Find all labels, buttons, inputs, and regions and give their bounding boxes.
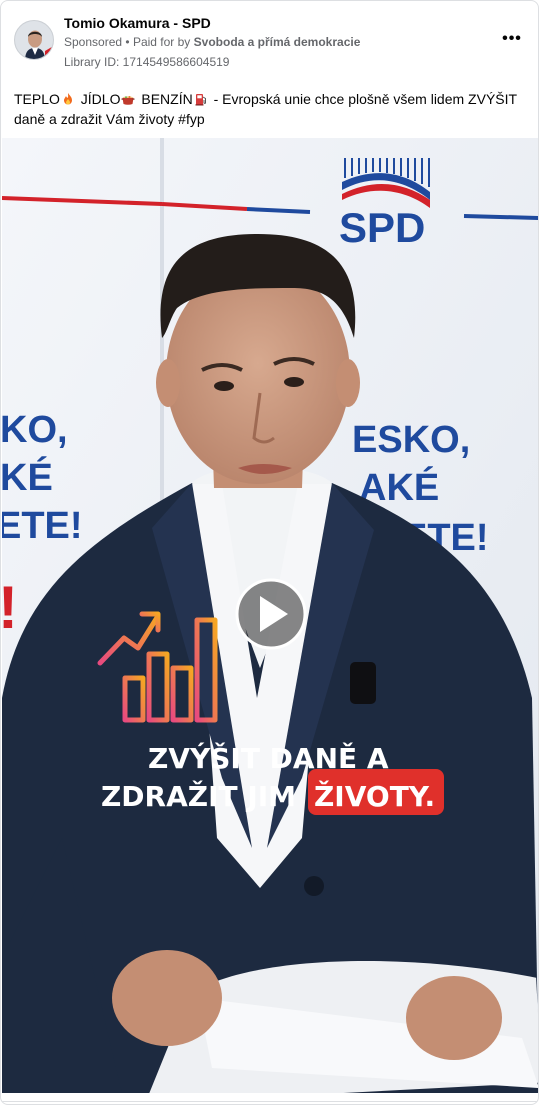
backdrop-slogan-right-1: ESKO, [352,419,470,461]
page-name-link[interactable]: Tomio Okamura - SPD [64,15,211,31]
play-icon[interactable] [235,578,307,650]
overlay-text-line-2-highlight: ŽIVOTY. [314,779,435,813]
backdrop-slogan-left-1: KO, [2,409,68,451]
paid-for-prefix: Paid for by [132,35,191,49]
post-caption: TEPLO JÍDLO BENZÍN - Evropská unie chce … [14,89,526,129]
fire-emoji-icon [63,93,72,105]
sponsored-label: Sponsored [64,35,123,49]
svg-text:!: ! [2,574,18,641]
caption-text-jidlo: JÍDLO [80,91,121,107]
post-header: Tomio Okamura - SPD Sponsored • Paid for… [14,13,526,73]
overlay-text-line-2-prefix: ZDRAŽIT JIM [101,779,296,813]
page-avatar[interactable] [14,20,54,60]
library-id: Library ID: 1714549586604519 [64,55,230,69]
more-options-button[interactable]: ••• [500,29,524,49]
backdrop-slogan-left-2: KÉ [2,455,53,499]
card-bottom-divider [1,1101,538,1102]
ellipsis-icon: ••• [502,30,522,47]
pot-of-food-emoji-icon [121,96,135,105]
separator-dot: • [125,35,130,49]
sponsored-post-card: Tomio Okamura - SPD Sponsored • Paid for… [0,0,539,1105]
paid-for-by-link[interactable]: Svoboda a přímá demokracie [194,35,361,49]
spd-logo-text: SPD [339,204,425,251]
caption-text-teplo: TEPLO [14,91,60,107]
backdrop-slogan-left-3: ETE! [2,505,83,547]
caption-text-benzin: BENZÍN [141,91,193,107]
video-player[interactable]: SPD ESKO, AKÉ ETE! KO, KÉ ETE! ETE! ! [2,138,538,1093]
sponsored-info: Sponsored • Paid for by Svoboda a přímá … [64,35,360,49]
fuel-pump-emoji-icon [195,94,206,106]
video-frame: SPD ESKO, AKÉ ETE! KO, KÉ ETE! ETE! ! [2,138,538,1093]
